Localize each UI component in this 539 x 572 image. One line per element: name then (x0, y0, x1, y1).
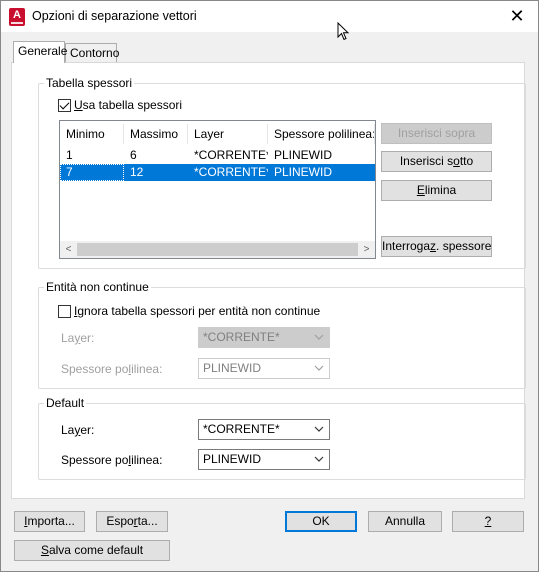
cell-minimo: 1 (66, 148, 73, 162)
horizontal-scrollbar[interactable]: < > (60, 241, 375, 258)
column-header-minimo[interactable]: Minimo (60, 121, 124, 147)
chevron-down-icon (314, 456, 324, 462)
window-title: Opzioni di separazione vettori (32, 9, 197, 23)
noncont-spessore-label: Spessore polilinea: (61, 362, 163, 376)
cell-spessore: PLINEWID (274, 165, 333, 179)
scroll-right-icon[interactable]: > (358, 241, 375, 258)
use-table-checkbox[interactable]: Usa tabella spessori (58, 98, 182, 112)
checkbox-unchecked-icon[interactable] (58, 304, 71, 318)
tab-generale[interactable]: Generale (13, 41, 68, 63)
default-spessore-select[interactable]: PLINEWID (198, 449, 330, 470)
noncont-layer-select[interactable]: *CORRENTE* (198, 327, 330, 348)
scroll-left-icon[interactable]: < (60, 241, 77, 258)
select-value: PLINEWID (203, 361, 262, 375)
select-value: *CORRENTE* (203, 330, 280, 344)
scrollbar-thumb[interactable] (77, 243, 358, 256)
cell-massimo: 6 (130, 148, 137, 162)
thickness-table[interactable]: Minimo Massimo Layer Spessore polilinea:… (59, 120, 376, 259)
checkbox-checked-icon[interactable] (58, 98, 71, 112)
column-header-layer[interactable]: Layer (188, 121, 268, 147)
cancel-button[interactable]: Annulla (368, 511, 442, 532)
noncont-layer-label: Layer: (61, 331, 95, 345)
insert-above-button[interactable]: Inserisci sopra (381, 123, 492, 144)
chevron-down-icon (314, 426, 324, 432)
autocad-app-icon: A (9, 8, 25, 26)
select-value: *CORRENTE* (203, 422, 280, 436)
dialog-window: A Opzioni di separazione vettori ✕ Gener… (0, 0, 539, 572)
ok-button[interactable]: OK (285, 511, 357, 532)
cell-minimo: 7 (60, 164, 124, 181)
tab-label: Contorno (70, 46, 120, 60)
tab-contorno[interactable]: Contorno (65, 43, 120, 63)
export-button[interactable]: Esporta... (96, 511, 168, 532)
table-row-selected[interactable]: 7 12 *CORRENTE* PLINEWID (60, 164, 375, 181)
group-label: Entità non continue (44, 280, 151, 294)
query-thickness-button[interactable]: Interrogaz. spessore < (381, 236, 492, 257)
default-spessore-label: Spessore polilinea: (61, 453, 163, 467)
noncont-spessore-select[interactable]: PLINEWID (198, 358, 330, 379)
cell-layer: *CORRENTE* (194, 165, 268, 179)
ignore-table-checkbox[interactable]: Ignora tabella spessori per entità non c… (58, 304, 320, 318)
tab-label: Generale (18, 44, 68, 58)
insert-below-button[interactable]: Inserisci sotto (381, 151, 492, 172)
chevron-down-icon (314, 334, 324, 340)
delete-button[interactable]: Elimina (381, 180, 492, 201)
save-as-default-button[interactable]: Salva come default (14, 540, 170, 561)
cell-spessore: PLINEWID (274, 148, 333, 162)
table-header: Minimo Massimo Layer Spessore polilinea: (60, 121, 375, 147)
close-icon[interactable]: ✕ (506, 5, 528, 27)
column-header-spessore[interactable]: Spessore polilinea: (268, 121, 375, 147)
mouse-cursor-icon (337, 22, 350, 41)
group-label: Default (44, 396, 87, 410)
checkbox-label: Ignora tabella spessori per entità non c… (74, 304, 321, 318)
default-layer-label: Layer: (61, 423, 95, 437)
default-layer-select[interactable]: *CORRENTE* (198, 419, 330, 440)
cell-layer: *CORRENTE* (194, 148, 268, 162)
group-label: Tabella spessori (44, 76, 135, 90)
chevron-down-icon (314, 365, 324, 371)
title-bar[interactable]: A Opzioni di separazione vettori ✕ (1, 1, 538, 32)
select-value: PLINEWID (203, 452, 262, 466)
import-button[interactable]: Importa... (14, 511, 85, 532)
checkbox-label: Usa tabella spessori (74, 98, 183, 112)
cell-massimo: 12 (130, 165, 144, 179)
column-header-massimo[interactable]: Massimo (124, 121, 188, 147)
help-button[interactable]: ? (452, 511, 524, 532)
table-row[interactable]: 1 6 *CORRENTE* PLINEWID (60, 147, 375, 164)
